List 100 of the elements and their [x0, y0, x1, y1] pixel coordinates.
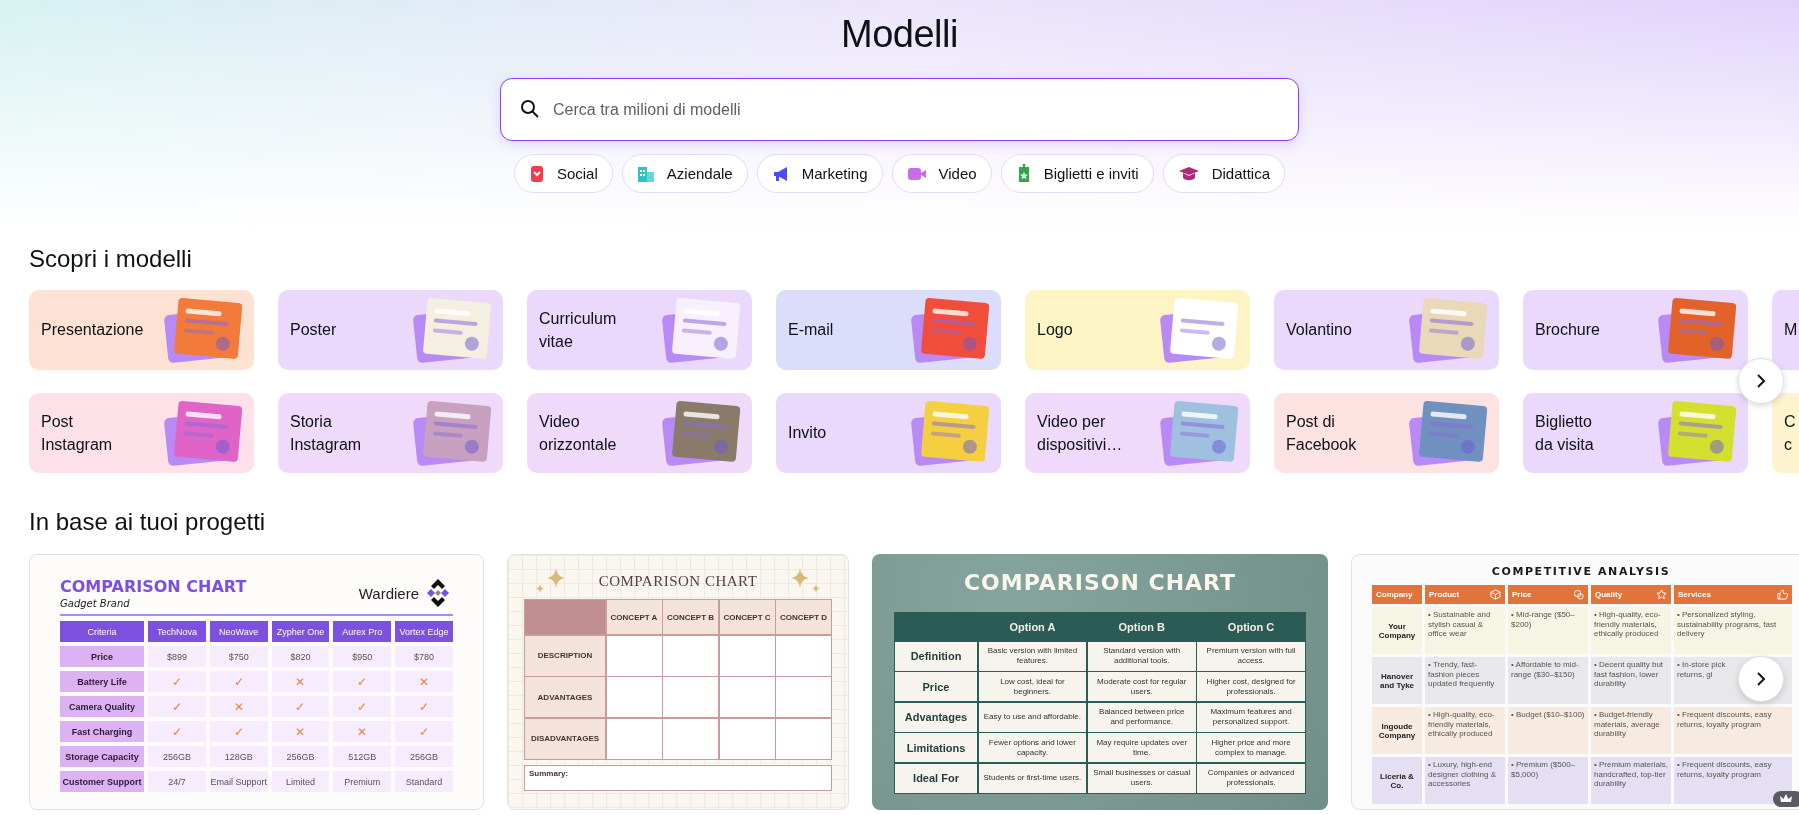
row-label-cell: Storage Capacity: [60, 746, 144, 767]
chart-title: COMPARISON CHART: [962, 570, 1238, 597]
table-cell: $780: [395, 646, 453, 667]
row-label-cell: Camera Quality: [60, 696, 144, 717]
table-cell: Higher cost, designed for professionals.: [1197, 672, 1305, 701]
table-header-cell: TechNova: [148, 621, 206, 642]
table-cell: • Budget ($10–$100): [1508, 707, 1588, 754]
table-cell: Balanced between price and performance.: [1087, 702, 1196, 732]
category-card[interactable]: Invito: [776, 393, 1001, 473]
row-label-cell: Fast Charging: [60, 721, 144, 742]
category-card[interactable]: Video per dispositivi…: [1025, 393, 1250, 473]
table-cell: 24/7: [148, 771, 206, 792]
cube-icon: [1490, 589, 1501, 600]
category-card[interactable]: Biglietto da visita: [1523, 393, 1748, 473]
table-cell: ✓: [209, 671, 268, 692]
table-header-cell: Company: [1376, 590, 1413, 599]
table-cell: $750: [209, 646, 268, 667]
table-cell: ✓: [271, 696, 330, 717]
table-cell: • Decent quality but fast fashion, lower durability: [1591, 657, 1671, 704]
row-label-cell: Limitations: [895, 733, 977, 762]
category-card[interactable]: Brochure: [1523, 290, 1748, 370]
category-card[interactable]: Volantino: [1274, 290, 1499, 370]
section-heading: Scopri i modelli: [29, 245, 193, 273]
category-card[interactable]: Post Instagram: [29, 393, 254, 473]
row-label-cell: Ingoude Company: [1372, 707, 1422, 754]
template-card[interactable]: [872, 554, 1328, 810]
table-cell: ✓: [333, 696, 392, 717]
row-label-cell: Your Company: [1372, 607, 1422, 654]
table-header-cell: Vortex Edge: [395, 621, 453, 642]
table-cell: Maximum features and personalized support.: [1197, 702, 1305, 732]
search-field[interactable]: Cerca tra milioni di modelli: [500, 78, 1299, 141]
template-card[interactable]: [1351, 554, 1799, 810]
thumbs-up-icon: [1777, 589, 1788, 600]
template-card[interactable]: COMPARISON CHART CONCEPT A CONCEPT B CONCEPT C CONCEPT D DESCRIPTION ADVANTAGES DISADVANTAGES Summary:: [507, 554, 849, 810]
row-label-cell: DISADVANTAGES: [525, 718, 605, 759]
table-cell: ✓: [333, 671, 392, 692]
table-cell: ✓: [148, 696, 206, 717]
table-cell: Companies or advanced professionals.: [1197, 763, 1305, 793]
table-cell: ✓: [148, 721, 206, 742]
table-cell: ✓: [209, 721, 268, 742]
category-chip[interactable]: Didattica: [1162, 154, 1286, 193]
table-cell: • High-quality, eco-friendly materials, ethically produced: [1425, 707, 1505, 754]
category-card[interactable]: E-mail: [776, 290, 1001, 370]
table-cell: Premium: [333, 771, 392, 792]
page-title: Modelli: [841, 12, 958, 56]
table-cell: Low cost, ideal for beginners.: [978, 672, 1087, 701]
table-cell: Easy to use and affordable.: [978, 702, 1087, 732]
table-header-cell: Quality: [1595, 590, 1623, 599]
table-header-cell: NeoWave: [209, 621, 268, 642]
category-card[interactable]: Logo: [1025, 290, 1250, 370]
row-label-cell: Customer Support: [60, 771, 144, 792]
table-cell: ✕: [209, 696, 268, 717]
table-cell: • Frequent discounts, easy returns, loyalty program: [1674, 757, 1792, 804]
table-cell: $899: [148, 646, 206, 667]
row-label-cell: DESCRIPTION: [525, 635, 605, 676]
table-cell: ✕: [271, 671, 330, 692]
category-chip[interactable]: Social: [513, 154, 613, 193]
category-card[interactable]: Curriculum vitae: [527, 290, 752, 370]
table-header-cell: Aurex Pro: [333, 621, 392, 642]
chevron-right-icon: [1756, 373, 1766, 389]
table-cell: • Mid-range ($50–$200): [1508, 607, 1588, 654]
row-label-cell: Price: [60, 646, 144, 667]
table-header-cell: Zypher One: [271, 621, 330, 642]
row-label-cell: Advantages: [895, 702, 977, 732]
row-label-cell: Price: [895, 672, 977, 701]
category-chip[interactable]: Biglietti e inviti: [1000, 154, 1154, 193]
category-card[interactable]: Video orizzontale: [527, 393, 752, 473]
table-cell: 256GB: [148, 746, 206, 767]
category-card[interactable]: M: [1772, 290, 1799, 370]
category-chip[interactable]: Marketing: [756, 154, 883, 193]
category-card[interactable]: C c: [1772, 393, 1799, 473]
table-cell: • Premium ($500–$5,000): [1508, 757, 1588, 804]
table-cell: ✓: [395, 721, 453, 742]
table-header-cell: Price: [1512, 590, 1532, 599]
crown-icon: [1773, 791, 1799, 807]
category-chip[interactable]: Aziendale: [621, 154, 748, 193]
table-cell: Premium version with full access.: [1197, 641, 1305, 671]
category-chip[interactable]: Video: [891, 154, 992, 193]
table-cell: 256GB: [395, 746, 453, 767]
table-cell: 128GB: [209, 746, 268, 767]
template-card[interactable]: [29, 554, 484, 810]
table-cell: Students or first-time users.: [978, 763, 1087, 793]
chevron-right-icon: [1756, 671, 1766, 687]
chart-title: COMPARISON CHART: [598, 572, 758, 590]
table-cell: ✕: [395, 671, 453, 692]
category-card[interactable]: Poster: [278, 290, 503, 370]
chart-subtitle: Gadget Brand: [60, 598, 131, 609]
table-cell: • Luxury, high-end designer clothing & accessories: [1425, 757, 1505, 804]
row-label-cell: Liceria & Co.: [1372, 757, 1422, 804]
chart-title: COMPETITIVE ANALYSIS: [1490, 565, 1672, 579]
table-cell: • Budget-friendly materials, average durability: [1591, 707, 1671, 754]
row-label-cell: Hanover and Tyke: [1372, 657, 1422, 704]
table-cell: • Personalized styling, sustainability programs, fast delivery: [1674, 607, 1792, 654]
table-cell: Standard: [395, 771, 453, 792]
category-card[interactable]: Presentazione: [29, 290, 254, 370]
table-cell: • Premium materials, handcrafted, top-tier durability: [1591, 757, 1671, 804]
category-card[interactable]: Post di Facebook: [1274, 393, 1499, 473]
category-card[interactable]: Storia Instagram: [278, 393, 503, 473]
table-cell: $820: [271, 646, 330, 667]
table-cell: • Trendy, fast-fashion pieces updated frequently: [1425, 657, 1505, 704]
